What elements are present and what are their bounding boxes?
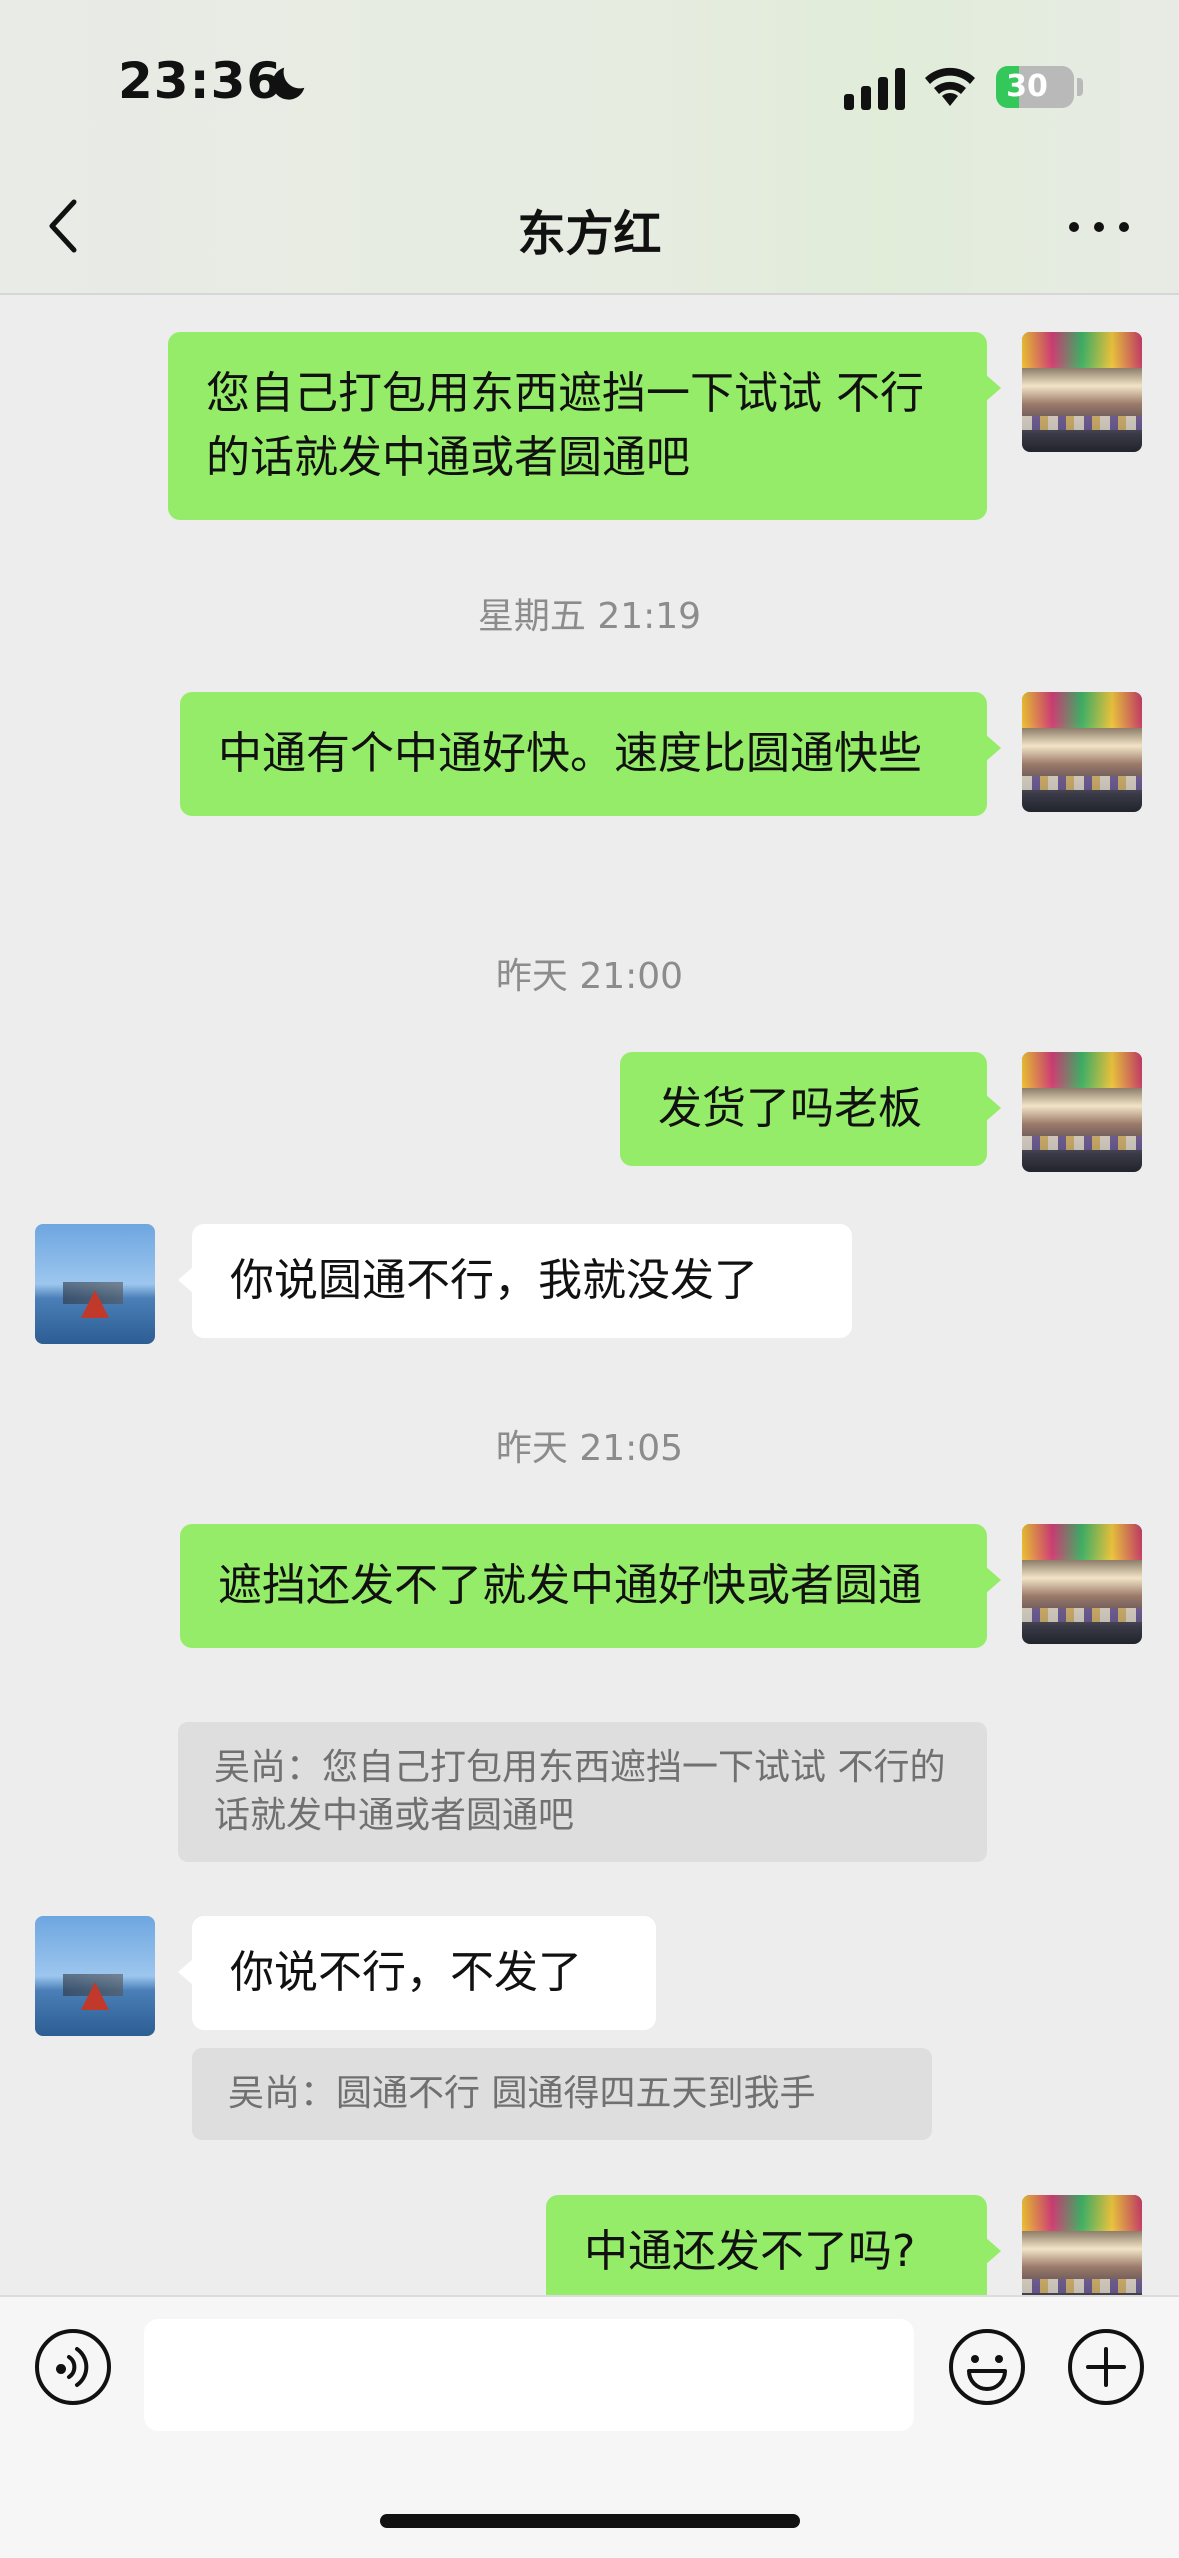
message-input[interactable]	[144, 2319, 914, 2431]
plus-icon[interactable]	[1066, 2327, 1146, 2407]
contact-avatar[interactable]	[35, 1224, 155, 1344]
quoted-message[interactable]: 吴尚：圆通不行 圆通得四五天到我手	[192, 2048, 932, 2140]
my-avatar[interactable]	[1022, 1052, 1142, 1172]
my-avatar[interactable]	[1022, 1524, 1142, 1644]
more-dots-icon[interactable]	[1064, 210, 1134, 244]
message-list[interactable]: 您自己打包用东西遮挡一下试试 不行的话就发中通或者圆通吧 星期五 21:19 中…	[0, 295, 1179, 2295]
sent-message[interactable]: 发货了吗老板	[620, 1052, 1001, 1166]
timestamp: 昨天 21:00	[495, 956, 684, 997]
contact-avatar[interactable]	[35, 1916, 155, 2036]
status-time: 23:36	[118, 52, 283, 110]
timestamp: 星期五 21:19	[477, 596, 702, 637]
my-avatar[interactable]	[1022, 2195, 1142, 2295]
chat-title: 东方红	[517, 206, 662, 262]
timestamp: 昨天 21:05	[495, 1428, 684, 1469]
sent-message[interactable]: 中通有个中通好快。速度比圆通快些	[180, 692, 1001, 816]
home-indicator	[380, 2514, 800, 2528]
wifi-icon	[925, 67, 975, 106]
quoted-message[interactable]: 吴尚：您自己打包用东西遮挡一下试试 不行的话就发中通或者圆通吧	[178, 1722, 987, 1862]
voice-icon[interactable]	[33, 2327, 113, 2407]
received-message[interactable]: 你说不行，不发了	[178, 1916, 656, 2030]
battery-cap	[1077, 78, 1083, 96]
sent-message[interactable]: 您自己打包用东西遮挡一下试试 不行的话就发中通或者圆通吧	[168, 332, 1001, 520]
received-message[interactable]: 你说圆通不行，我就没发了	[178, 1224, 852, 1338]
top-bar: 23:36 30 东方红	[0, 0, 1179, 295]
sent-message[interactable]: 中通还发不了吗?	[546, 2195, 1001, 2295]
battery-charging-icon: 30	[996, 66, 1074, 108]
my-avatar[interactable]	[1022, 332, 1142, 452]
battery-level: 30	[1006, 69, 1048, 104]
my-avatar[interactable]	[1022, 692, 1142, 812]
cellular-signal-icon	[844, 68, 905, 110]
sent-message[interactable]: 遮挡还发不了就发中通好快或者圆通	[180, 1524, 1001, 1648]
moon-icon	[272, 67, 305, 100]
emoji-icon[interactable]	[947, 2327, 1027, 2407]
